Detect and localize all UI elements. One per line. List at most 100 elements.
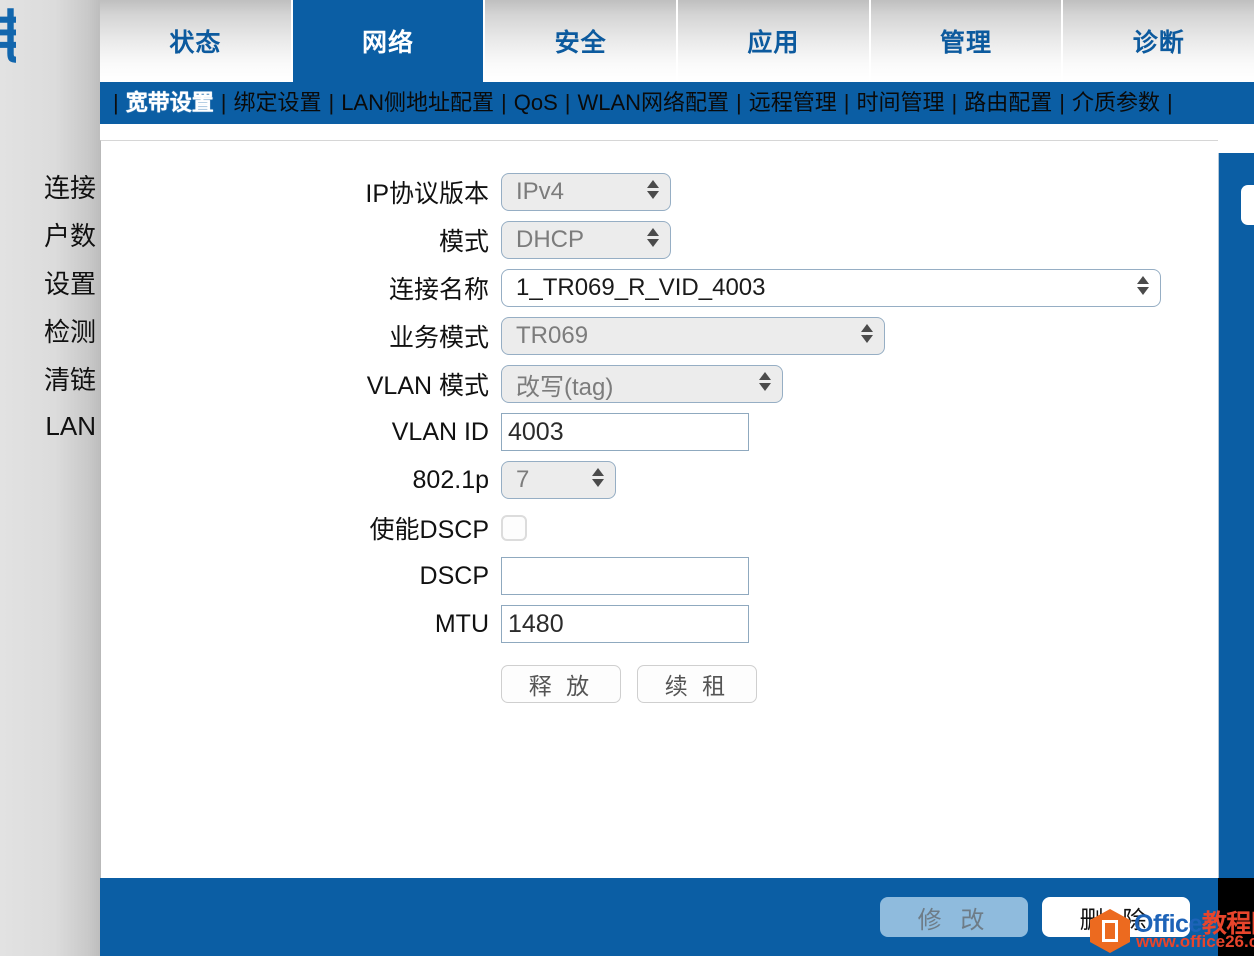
subnav-item-wlan-config[interactable]: WLAN网络配置 bbox=[577, 92, 729, 114]
mode-select[interactable]: DHCP bbox=[501, 221, 671, 259]
row-enable-dscp: 使能DSCP bbox=[101, 509, 1161, 547]
nav-separator: | bbox=[951, 90, 958, 115]
service-mode-select[interactable]: TR069 bbox=[501, 317, 885, 355]
nav-separator: | bbox=[113, 90, 119, 115]
priority-8021p-value: 7 bbox=[516, 466, 530, 493]
spinner-icon bbox=[591, 468, 604, 492]
inline-action-buttons: 释 放 续 租 bbox=[501, 665, 757, 703]
row-mode: 模式 DHCP bbox=[101, 221, 1161, 259]
mtu-field bbox=[501, 605, 749, 643]
connection-name-select[interactable]: 1_TR069_R_VID_4003 bbox=[501, 269, 1161, 307]
sidebar-item-clear-link[interactable]: 清链 bbox=[0, 354, 100, 402]
router-admin-page: 电 状态 网络 安全 应用 管理 诊断 | 宽带设置 | 绑定设置 | LAN侧… bbox=[0, 0, 1254, 956]
dscp-field bbox=[501, 557, 749, 595]
mode-value: DHCP bbox=[516, 226, 585, 253]
spinner-icon bbox=[646, 228, 659, 252]
footer-right-fill bbox=[1218, 878, 1254, 956]
sidebar-item-label: 连接 bbox=[43, 172, 96, 203]
sidebar-item-lan[interactable]: LAN bbox=[0, 402, 100, 450]
spinner-icon bbox=[758, 372, 771, 396]
dscp-input[interactable] bbox=[501, 557, 749, 595]
sidebar-item-connection[interactable]: 连接 bbox=[0, 162, 138, 210]
tab-status[interactable]: 状态 bbox=[100, 0, 293, 82]
spinner-icon bbox=[1136, 276, 1149, 300]
inline-actions-field: 释 放 续 租 bbox=[501, 653, 757, 703]
broadband-settings-form: IP协议版本 IPv4 模式 DHCP 连接名称 1_TR069_R_VID_4… bbox=[101, 173, 1161, 713]
sidebar-item-label: LAN bbox=[45, 410, 96, 441]
sidebar-item-label: 检测 bbox=[43, 316, 96, 347]
sidebar-item-detection[interactable]: 检测 bbox=[0, 306, 100, 354]
service-mode-value: TR069 bbox=[516, 322, 589, 349]
nav-separator: | bbox=[220, 90, 227, 115]
connection-name-value: 1_TR069_R_VID_4003 bbox=[516, 274, 766, 301]
priority-8021p-label: 802.1p bbox=[412, 465, 489, 494]
enable-dscp-field bbox=[501, 515, 527, 541]
vlan-mode-field: 改写(tag) bbox=[501, 365, 783, 403]
subnav-item-media-parameters[interactable]: 介质参数 bbox=[1072, 92, 1160, 114]
tab-application[interactable]: 应用 bbox=[678, 0, 871, 82]
mtu-label: MTU bbox=[434, 609, 489, 638]
nav-separator: | bbox=[501, 90, 507, 115]
ip-version-label: IP协议版本 bbox=[365, 180, 489, 208]
sidebar-item-settings[interactable]: 设置 bbox=[0, 258, 100, 306]
nav-separator: | bbox=[1166, 90, 1173, 115]
nav-separator: | bbox=[564, 90, 571, 115]
footer-action-bar: 修 改 删 除 bbox=[100, 878, 1218, 956]
tab-label: 网络 bbox=[362, 29, 415, 57]
tab-management[interactable]: 管理 bbox=[870, 0, 1064, 82]
delete-button[interactable]: 删 除 bbox=[1042, 897, 1190, 937]
tab-diagnostics[interactable]: 诊断 bbox=[1063, 0, 1254, 82]
subnav-item-remote-management[interactable]: 远程管理 bbox=[749, 92, 837, 114]
service-mode-label: 业务模式 bbox=[388, 324, 489, 352]
subnav-item-binding-settings[interactable]: 绑定设置 bbox=[233, 92, 321, 114]
nav-separator: | bbox=[843, 90, 850, 115]
renew-button[interactable]: 续 租 bbox=[637, 665, 757, 703]
subnav-item-route-config[interactable]: 路由配置 bbox=[964, 92, 1052, 114]
nav-separator: | bbox=[736, 90, 742, 115]
vlan-id-field bbox=[501, 413, 749, 451]
sidebar-item-label: 户数 bbox=[43, 220, 96, 251]
subnav-item-broadband-settings[interactable]: 宽带设置 bbox=[126, 92, 214, 114]
sidebar-item-user-count[interactable]: 户数 bbox=[0, 210, 100, 258]
tab-label: 管理 bbox=[940, 29, 993, 57]
enable-dscp-checkbox[interactable] bbox=[501, 515, 527, 541]
priority-8021p-field: 7 bbox=[501, 461, 616, 499]
ip-version-field: IPv4 bbox=[501, 173, 671, 211]
ip-version-select[interactable]: IPv4 bbox=[501, 173, 671, 211]
row-service-mode: 业务模式 TR069 bbox=[101, 317, 1161, 355]
connection-name-label: 连接名称 bbox=[388, 276, 489, 304]
mode-field: DHCP bbox=[501, 221, 671, 259]
row-ip-version: IP协议版本 IPv4 bbox=[101, 173, 1161, 211]
tab-label: 状态 bbox=[169, 29, 222, 57]
row-8021p: 802.1p 7 bbox=[101, 461, 1161, 499]
priority-8021p-select[interactable]: 7 bbox=[501, 461, 616, 499]
right-side-panel bbox=[1218, 153, 1254, 878]
sidebar-menu: 连接 户数 设置 检测 清链 LAN bbox=[0, 124, 138, 450]
vlan-mode-label: VLAN 模式 bbox=[366, 372, 489, 400]
tab-label: 诊断 bbox=[1132, 29, 1185, 57]
subnav-item-time-management[interactable]: 时间管理 bbox=[856, 92, 944, 114]
right-panel-control-stub[interactable] bbox=[1241, 185, 1254, 225]
tab-network[interactable]: 网络 bbox=[292, 0, 486, 82]
mtu-input[interactable] bbox=[501, 605, 749, 643]
spinner-icon bbox=[646, 180, 659, 204]
dscp-label: DSCP bbox=[419, 561, 489, 590]
subnav-item-lan-address-config[interactable]: LAN侧地址配置 bbox=[341, 92, 494, 114]
modify-button[interactable]: 修 改 bbox=[880, 897, 1028, 937]
vlan-id-input[interactable] bbox=[501, 413, 749, 451]
tab-label: 应用 bbox=[747, 29, 800, 57]
row-inline-actions: 释 放 续 租 bbox=[101, 653, 1161, 703]
release-button[interactable]: 释 放 bbox=[501, 665, 621, 703]
brand-logo-icon: 电 bbox=[0, 8, 16, 74]
ip-version-value: IPv4 bbox=[516, 178, 565, 205]
subnav-item-qos[interactable]: QoS bbox=[514, 92, 558, 114]
primary-tab-bar: 状态 网络 安全 应用 管理 诊断 bbox=[100, 0, 1254, 82]
service-mode-field: TR069 bbox=[501, 317, 885, 355]
tab-security[interactable]: 安全 bbox=[485, 0, 679, 82]
tab-label: 安全 bbox=[554, 29, 607, 57]
sidebar-item-label: 设置 bbox=[43, 268, 96, 299]
vlan-mode-value: 改写(tag) bbox=[516, 373, 614, 401]
vlan-mode-select[interactable]: 改写(tag) bbox=[501, 365, 783, 403]
enable-dscp-label: 使能DSCP bbox=[369, 516, 489, 544]
row-mtu: MTU bbox=[101, 605, 1161, 643]
